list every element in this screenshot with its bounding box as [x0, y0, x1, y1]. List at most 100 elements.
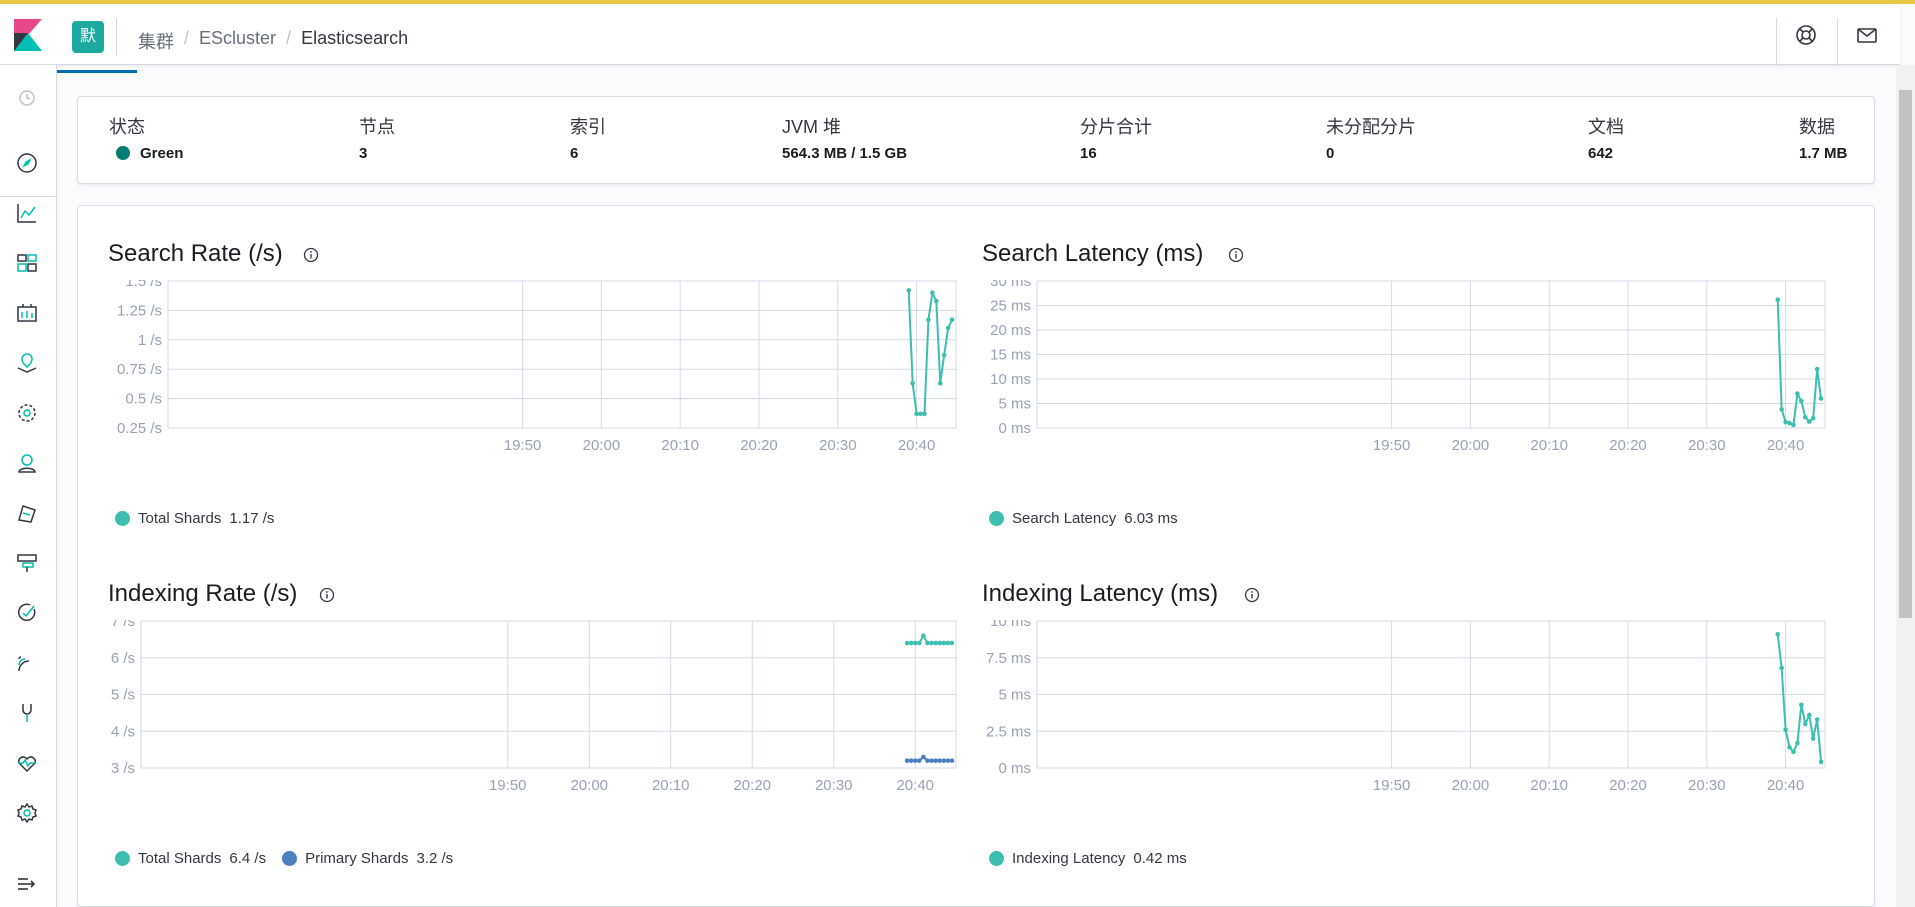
data-point	[1775, 631, 1781, 637]
legend-item[interactable]: Total Shards 6.4 /s	[115, 850, 266, 867]
stat-label: 节点	[359, 117, 395, 137]
legend-series-value: 0.42 ms	[1133, 850, 1187, 867]
visualize-chart-icon[interactable]	[14, 200, 40, 226]
kibana-logo-icon[interactable]	[14, 19, 42, 51]
page-scrollbar[interactable]	[1896, 65, 1915, 907]
data-point	[937, 758, 942, 763]
apm-icon[interactable]	[14, 550, 40, 576]
data-point	[917, 640, 922, 646]
y-tick-label: 25 ms	[990, 298, 1031, 315]
data-point	[1799, 702, 1804, 708]
chart-title: Search Rate (/s)	[108, 240, 283, 267]
x-tick-label: 20:10	[1530, 437, 1568, 454]
chart-title: Indexing Latency (ms)	[982, 580, 1219, 607]
data-point	[1775, 297, 1781, 302]
status-health-dot	[116, 146, 130, 160]
stat-value: 1.7 MB	[1799, 145, 1848, 162]
data-point	[906, 288, 912, 293]
stat-value: 16	[1080, 145, 1097, 162]
header-divider	[116, 18, 117, 56]
stat-value: 3	[359, 145, 368, 162]
mail-icon[interactable]	[1856, 24, 1878, 46]
data-point	[1799, 398, 1804, 404]
siem-icon[interactable]	[14, 650, 40, 676]
info-icon[interactable]	[319, 587, 335, 603]
legend-series-name: Search Latency	[1012, 510, 1117, 527]
data-point	[904, 758, 910, 763]
data-point	[1791, 749, 1796, 755]
data-point	[921, 754, 926, 760]
y-tick-label: 0.75 /s	[117, 361, 162, 378]
legend-item[interactable]: Indexing Latency 0.42 ms	[989, 850, 1187, 867]
stat-label: 状态	[109, 117, 145, 137]
legend-item[interactable]: Total Shards 1.17 /s	[115, 510, 274, 527]
legend-series-name: Total Shards	[138, 510, 222, 527]
stat-jvm-heap: JVM 堆 564.3 MB / 1.5 GB	[782, 113, 907, 162]
cluster-summary: 状态 Green 节点 3 索引 6 JVM 堆 564.3 MB / 1.5 …	[77, 96, 1875, 184]
breadcrumb-separator: /	[286, 28, 292, 48]
management-gear-icon[interactable]	[14, 800, 40, 826]
canvas-icon[interactable]	[14, 300, 40, 326]
discover-compass-icon[interactable]	[14, 150, 40, 176]
x-tick-label: 20:00	[570, 777, 608, 794]
y-tick-label: 10 ms	[990, 371, 1031, 388]
legend-item[interactable]: Search Latency 6.03 ms	[989, 510, 1178, 527]
scrollbar-thumb[interactable]	[1899, 90, 1912, 618]
data-point	[1806, 712, 1812, 718]
data-point	[912, 640, 918, 646]
data-point	[1787, 420, 1792, 426]
y-tick-label: 7.5 ms	[986, 650, 1031, 667]
logs-icon[interactable]	[14, 500, 40, 526]
data-point	[941, 352, 947, 358]
ml-icon[interactable]	[14, 400, 40, 426]
recent-clock-icon[interactable]	[14, 85, 40, 111]
help-lifebuoy-icon[interactable]	[1795, 24, 1817, 46]
info-icon[interactable]	[1228, 247, 1244, 263]
info-icon[interactable]	[1244, 587, 1260, 603]
chart-legend: Search Latency 6.03 ms	[989, 510, 1178, 527]
stat-label: 数据	[1799, 117, 1835, 137]
data-point	[926, 317, 931, 323]
info-icon[interactable]	[303, 247, 319, 263]
breadcrumb-cluster[interactable]: EScluster	[199, 28, 276, 54]
x-tick-label: 20:20	[1609, 777, 1647, 794]
infrastructure-icon[interactable]	[14, 450, 40, 476]
stat-total-shards: 分片合计 16	[1080, 113, 1152, 162]
x-tick-label: 20:30	[1688, 437, 1726, 454]
chart-plot: 0 ms 5 ms 10 ms 15 ms 20 ms 25 ms 30 ms 19:50 20…	[990, 280, 1826, 454]
stat-value: 6	[570, 145, 579, 162]
data-point	[1787, 745, 1792, 750]
x-tick-label: 19:50	[1373, 437, 1411, 454]
legend-item[interactable]: Primary Shards 3.2 /s	[282, 850, 453, 867]
collapse-menu-icon[interactable]	[14, 871, 40, 897]
space-avatar[interactable]: 默	[72, 21, 104, 53]
y-tick-label: 7 /s	[111, 620, 135, 630]
breadcrumb-clusters[interactable]: 集群	[138, 28, 174, 54]
dashboard-icon[interactable]	[14, 250, 40, 276]
data-point	[937, 381, 943, 386]
stat-unassigned-shards: 未分配分片 0	[1326, 113, 1416, 162]
search-latency-chart: Search Latency (ms) 0 ms 5 ms 10 ms 15 ms 20…	[982, 240, 1832, 540]
active-tab-indicator	[57, 70, 137, 73]
indexing-rate-chart: Indexing Rate (/s) 3 /s 4 /s 5 /s 6 /s 7 /s 1…	[108, 580, 958, 880]
dev-tools-icon[interactable]	[14, 700, 40, 726]
x-tick-label: 20:20	[733, 777, 771, 794]
stat-value: Green	[109, 145, 183, 162]
data-point	[949, 758, 955, 763]
x-tick-label: 20:10	[661, 437, 699, 454]
stat-value: 642	[1588, 145, 1614, 162]
stat-documents: 文档 642	[1588, 113, 1624, 162]
stat-label: JVM 堆	[782, 117, 842, 137]
x-tick-label: 20:40	[1767, 437, 1805, 454]
y-tick-label: 2.5 ms	[986, 723, 1031, 740]
stat-indices: 索引 6	[570, 113, 606, 162]
legend-series-name: Indexing Latency	[1012, 850, 1126, 867]
y-tick-label: 5 ms	[998, 687, 1031, 704]
maps-icon[interactable]	[14, 350, 40, 376]
monitoring-icon[interactable]	[14, 750, 40, 776]
header-divider	[1776, 18, 1777, 66]
top-header: 默 集群 / EScluster / Elasticsearch	[0, 4, 1900, 66]
uptime-icon[interactable]	[14, 600, 40, 626]
y-tick-label: 10 ms	[990, 620, 1031, 630]
data-point	[910, 381, 915, 386]
